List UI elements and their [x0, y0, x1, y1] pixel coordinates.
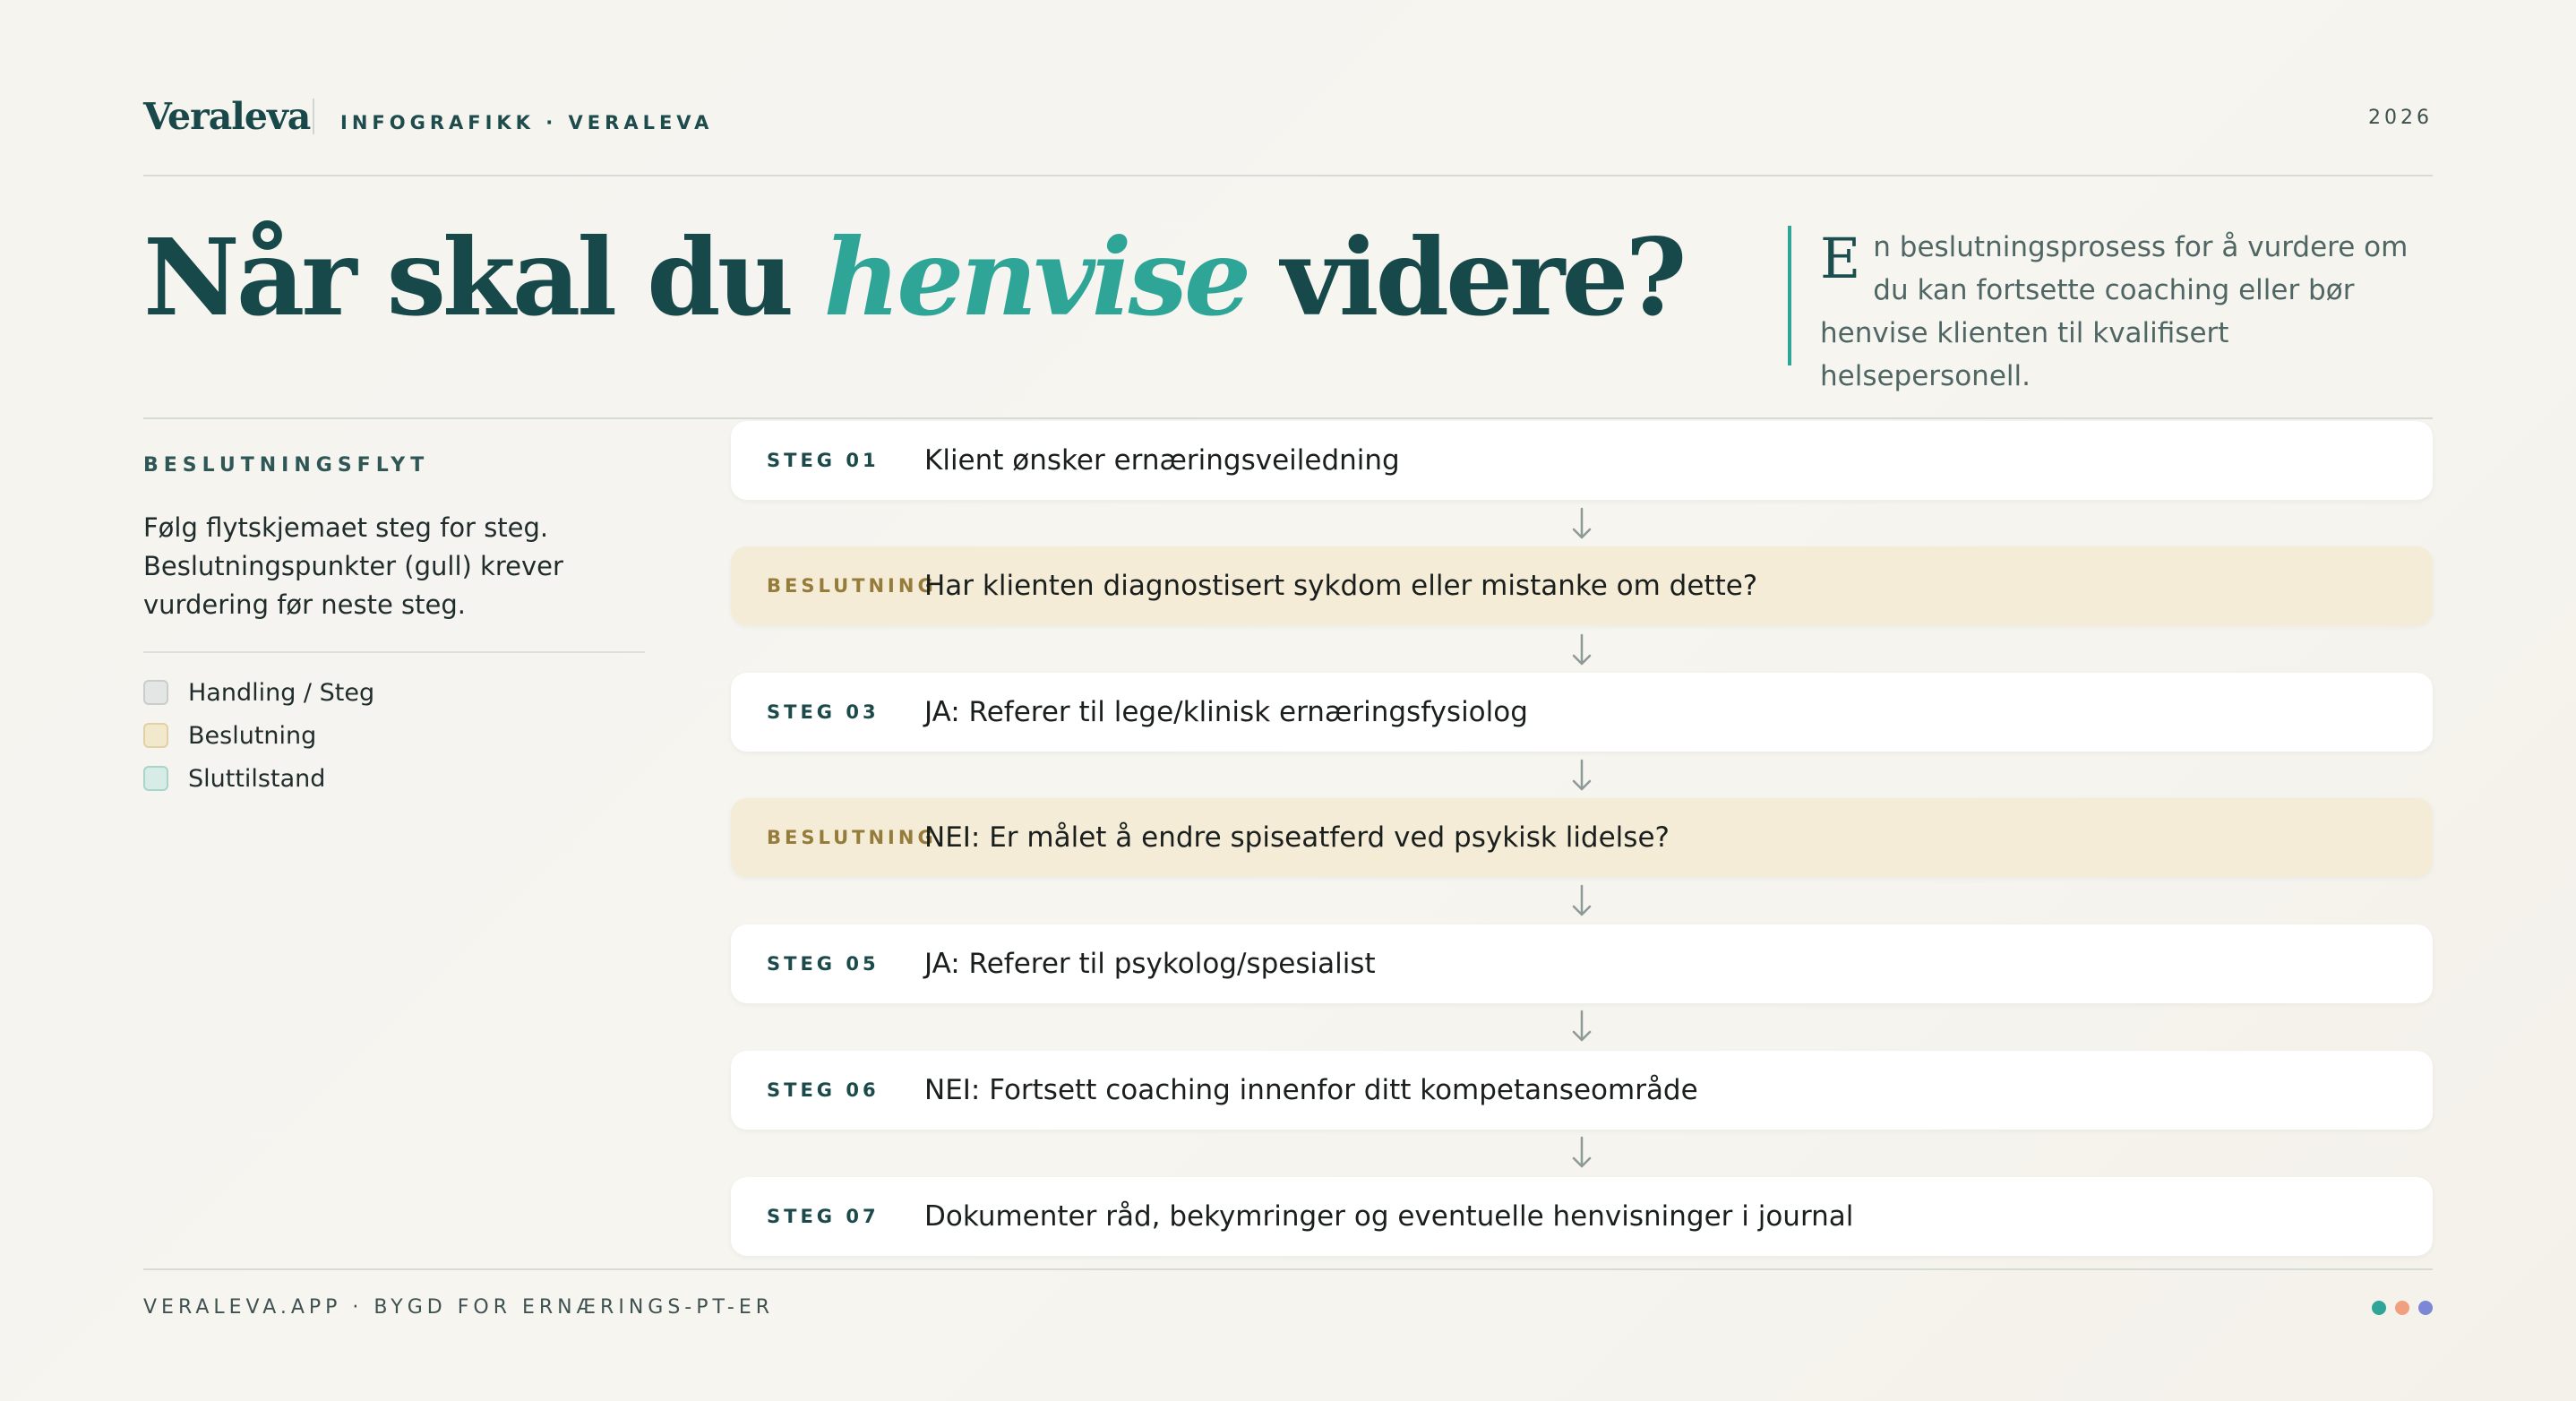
- arrow-down-icon: [1572, 633, 1592, 666]
- brand-logo: Veraleva: [143, 95, 311, 138]
- flow-step-tag: STEG 06: [767, 1079, 880, 1101]
- title-part-after: videre?: [1248, 215, 1687, 340]
- drop-cap: E: [1820, 226, 1861, 291]
- flow-decision-02: BESLUTNING Har klienten diagnostisert sy…: [731, 546, 2433, 625]
- flow-step-text: JA: Referer til lege/klinisk ernæringsfy…: [924, 696, 1528, 728]
- brand-divider: [313, 99, 314, 134]
- arrow-down-icon: [1572, 884, 1592, 916]
- flow-step-text: NEI: Fortsett coaching innenfor ditt kom…: [924, 1074, 1698, 1106]
- infographic-page: Veraleva INFOGRAFIKK · VERALEVA 2026 Når…: [143, 0, 2433, 1401]
- flow-step-tag: BESLUTNING: [767, 827, 937, 848]
- legend-swatch-end: [143, 766, 168, 791]
- legend-item-decision: Beslutning: [143, 714, 645, 757]
- brand-dots: [2372, 1301, 2433, 1315]
- legend-label: Handling / Steg: [188, 678, 375, 707]
- sidebar: BESLUTNINGSFLYT Følg flytskjemaet steg f…: [143, 448, 645, 800]
- header-divider: [143, 175, 2433, 176]
- legend-item-end: Sluttilstand: [143, 757, 645, 800]
- flow-step-text: NEI: Er målet å endre spiseatferd ved ps…: [924, 821, 1670, 854]
- flow-step-tag: BESLUTNING: [767, 575, 937, 597]
- intro-lead: En beslutningsprosess for å vurdere om d…: [1788, 226, 2436, 392]
- arrow-down-icon: [1572, 759, 1592, 791]
- flow-decision-04: BESLUTNING NEI: Er målet å endre spiseat…: [731, 798, 2433, 877]
- dot-teal: [2372, 1301, 2386, 1315]
- legend: Handling / Steg Beslutning Sluttilstand: [143, 671, 645, 800]
- footer-text: VERALEVA.APP · BYGD FOR ERNÆRINGS-PT-ER: [143, 1296, 775, 1319]
- brand-tagline: INFOGRAFIKK · VERALEVA: [340, 112, 714, 133]
- flow-step-tag: STEG 01: [767, 450, 880, 471]
- title-part-before: Når skal du: [143, 215, 824, 340]
- flow-step-07: STEG 07 Dokumenter råd, bekymringer og e…: [731, 1177, 2433, 1256]
- flow-step-text: Klient ønsker ernæringsveiledning: [924, 444, 1400, 477]
- intro-text: n beslutningsprosess for å vurdere om du…: [1820, 231, 2409, 392]
- year-label: 2026: [2368, 107, 2433, 129]
- title-highlight: henvise: [823, 215, 1252, 340]
- flow-step-tag: STEG 07: [767, 1206, 880, 1227]
- flow-step-03: STEG 03 JA: Referer til lege/klinisk ern…: [731, 673, 2433, 752]
- dot-indigo: [2418, 1301, 2433, 1315]
- legend-swatch-decision: [143, 723, 168, 748]
- flow-step-tag: STEG 05: [767, 953, 880, 975]
- arrow-down-icon: [1572, 1010, 1592, 1042]
- flow-step-tag: STEG 03: [767, 701, 880, 723]
- arrow-down-icon: [1572, 1136, 1592, 1168]
- legend-label: Beslutning: [188, 721, 317, 750]
- sidebar-description: Følg flytskjemaet steg for steg. Beslutn…: [143, 512, 563, 620]
- title-divider: [143, 417, 2433, 419]
- flow-step-text: Dokumenter råd, bekymringer og eventuell…: [924, 1200, 1854, 1233]
- flow-step-06: STEG 06 NEI: Fortsett coaching innenfor …: [731, 1051, 2433, 1130]
- dot-coral: [2395, 1301, 2409, 1315]
- arrow-down-icon: [1572, 507, 1592, 539]
- footer-divider: [143, 1268, 2433, 1270]
- sidebar-label: BESLUTNINGSFLYT: [143, 454, 430, 477]
- legend-item-step: Handling / Steg: [143, 671, 645, 714]
- flow-step-text: JA: Referer til psykolog/spesialist: [924, 948, 1376, 980]
- legend-swatch-step: [143, 680, 168, 705]
- legend-label: Sluttilstand: [188, 764, 326, 793]
- page-title: Når skal du henvise videre?: [143, 206, 1687, 349]
- header: Veraleva INFOGRAFIKK · VERALEVA 2026: [143, 90, 2433, 143]
- flow-step-text: Har klienten diagnostisert sykdom eller …: [924, 570, 1758, 602]
- flow-step-05: STEG 05 JA: Referer til psykolog/spesial…: [731, 924, 2433, 1003]
- sidebar-divider: [143, 651, 645, 653]
- flow-step-01: STEG 01 Klient ønsker ernæringsveilednin…: [731, 421, 2433, 500]
